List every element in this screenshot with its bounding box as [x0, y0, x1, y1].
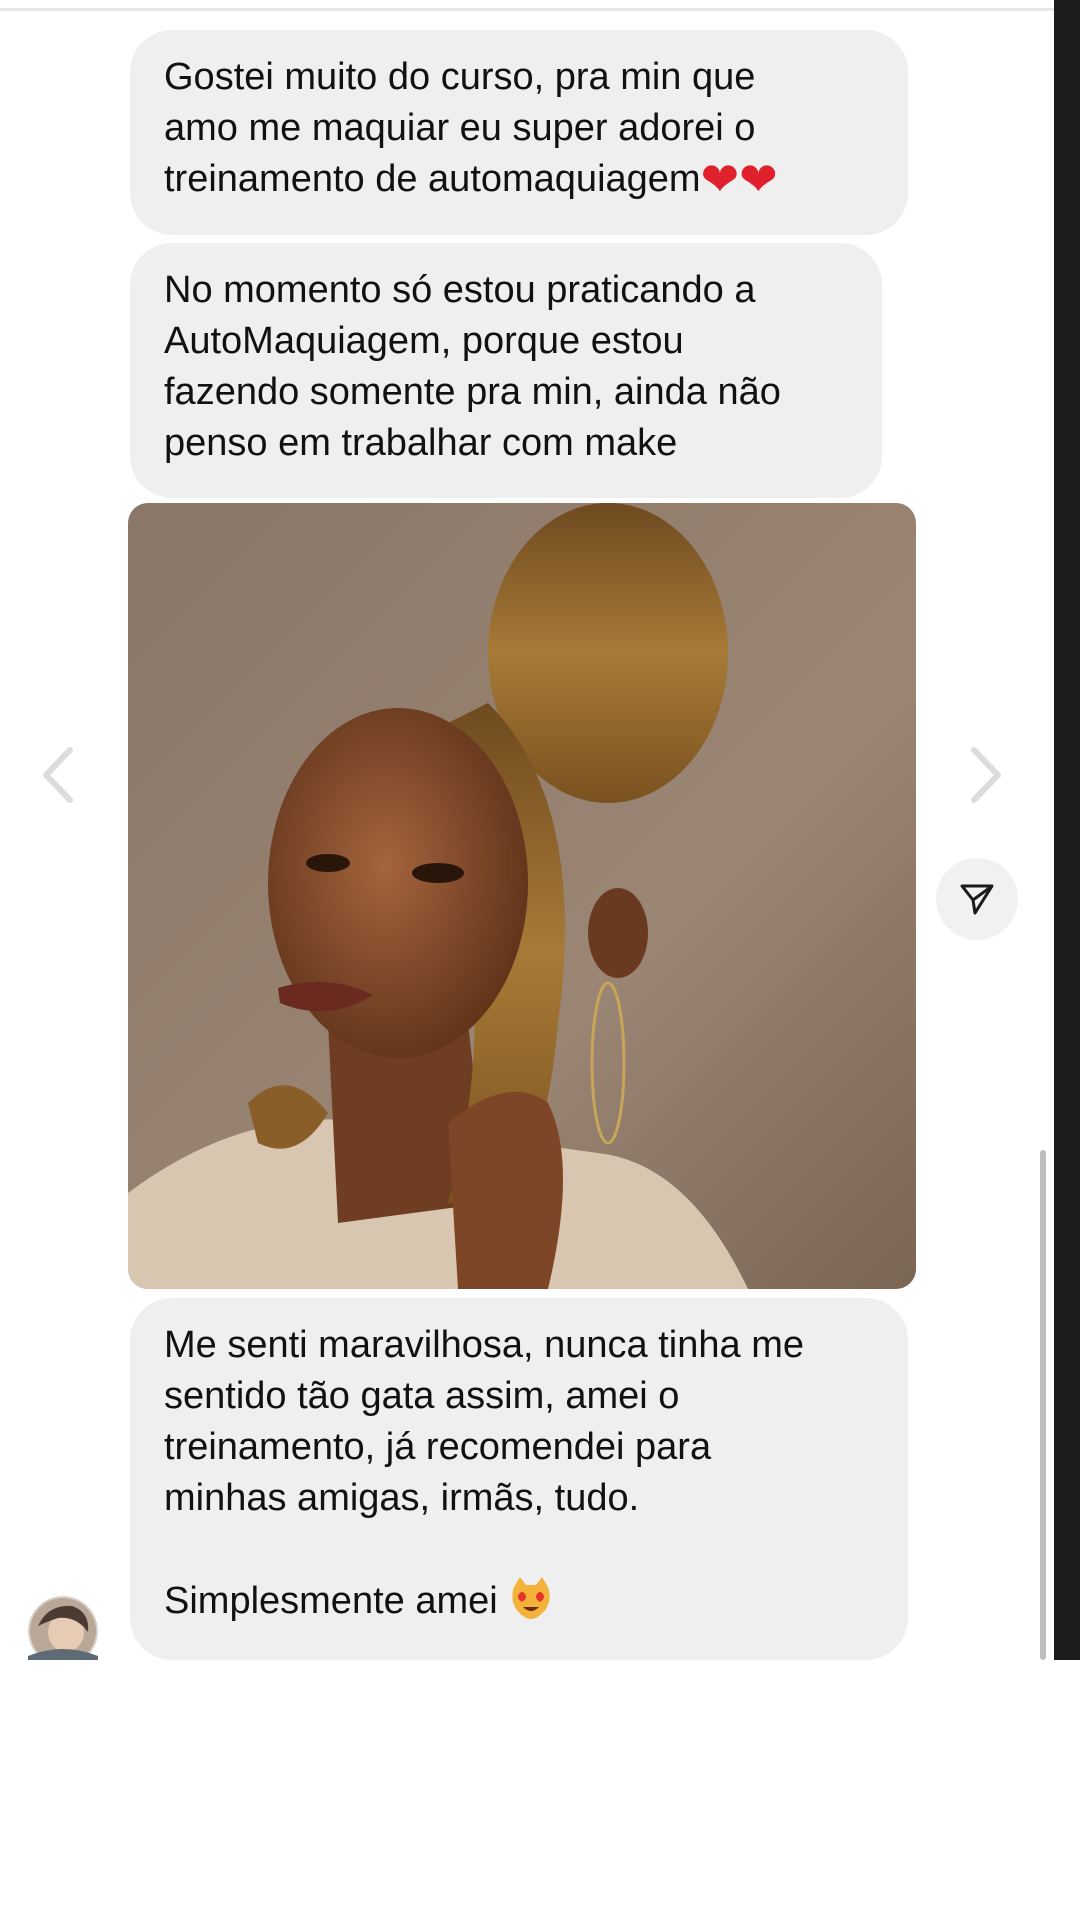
- top-divider: [0, 8, 1054, 11]
- chevron-left-icon[interactable]: [28, 740, 88, 810]
- photo-attachment[interactable]: [128, 503, 916, 1289]
- scrollbar[interactable]: [1040, 1150, 1046, 1660]
- window-edge: [1054, 0, 1080, 1660]
- chevron-right-icon[interactable]: [956, 740, 1016, 810]
- avatar[interactable]: [28, 1596, 98, 1660]
- heart-emoji-icon: ❤❤: [700, 153, 778, 205]
- message-text: Me senti maravilhosa, nunca tinha me sen…: [164, 1324, 804, 1622]
- message-bubble[interactable]: Gostei muito do curso, pra min que amo m…: [130, 30, 908, 235]
- message-text: No momento só estou praticando a AutoMaq…: [164, 269, 781, 464]
- share-button[interactable]: [936, 858, 1018, 940]
- message-text: Gostei muito do curso, pra min que amo m…: [164, 56, 756, 200]
- send-icon: [960, 884, 994, 915]
- message-bubble[interactable]: Me senti maravilhosa, nunca tinha me sen…: [130, 1298, 908, 1660]
- message-bubble[interactable]: No momento só estou praticando a AutoMaq…: [130, 243, 882, 498]
- heart-eyes-cat-icon: [512, 1577, 550, 1619]
